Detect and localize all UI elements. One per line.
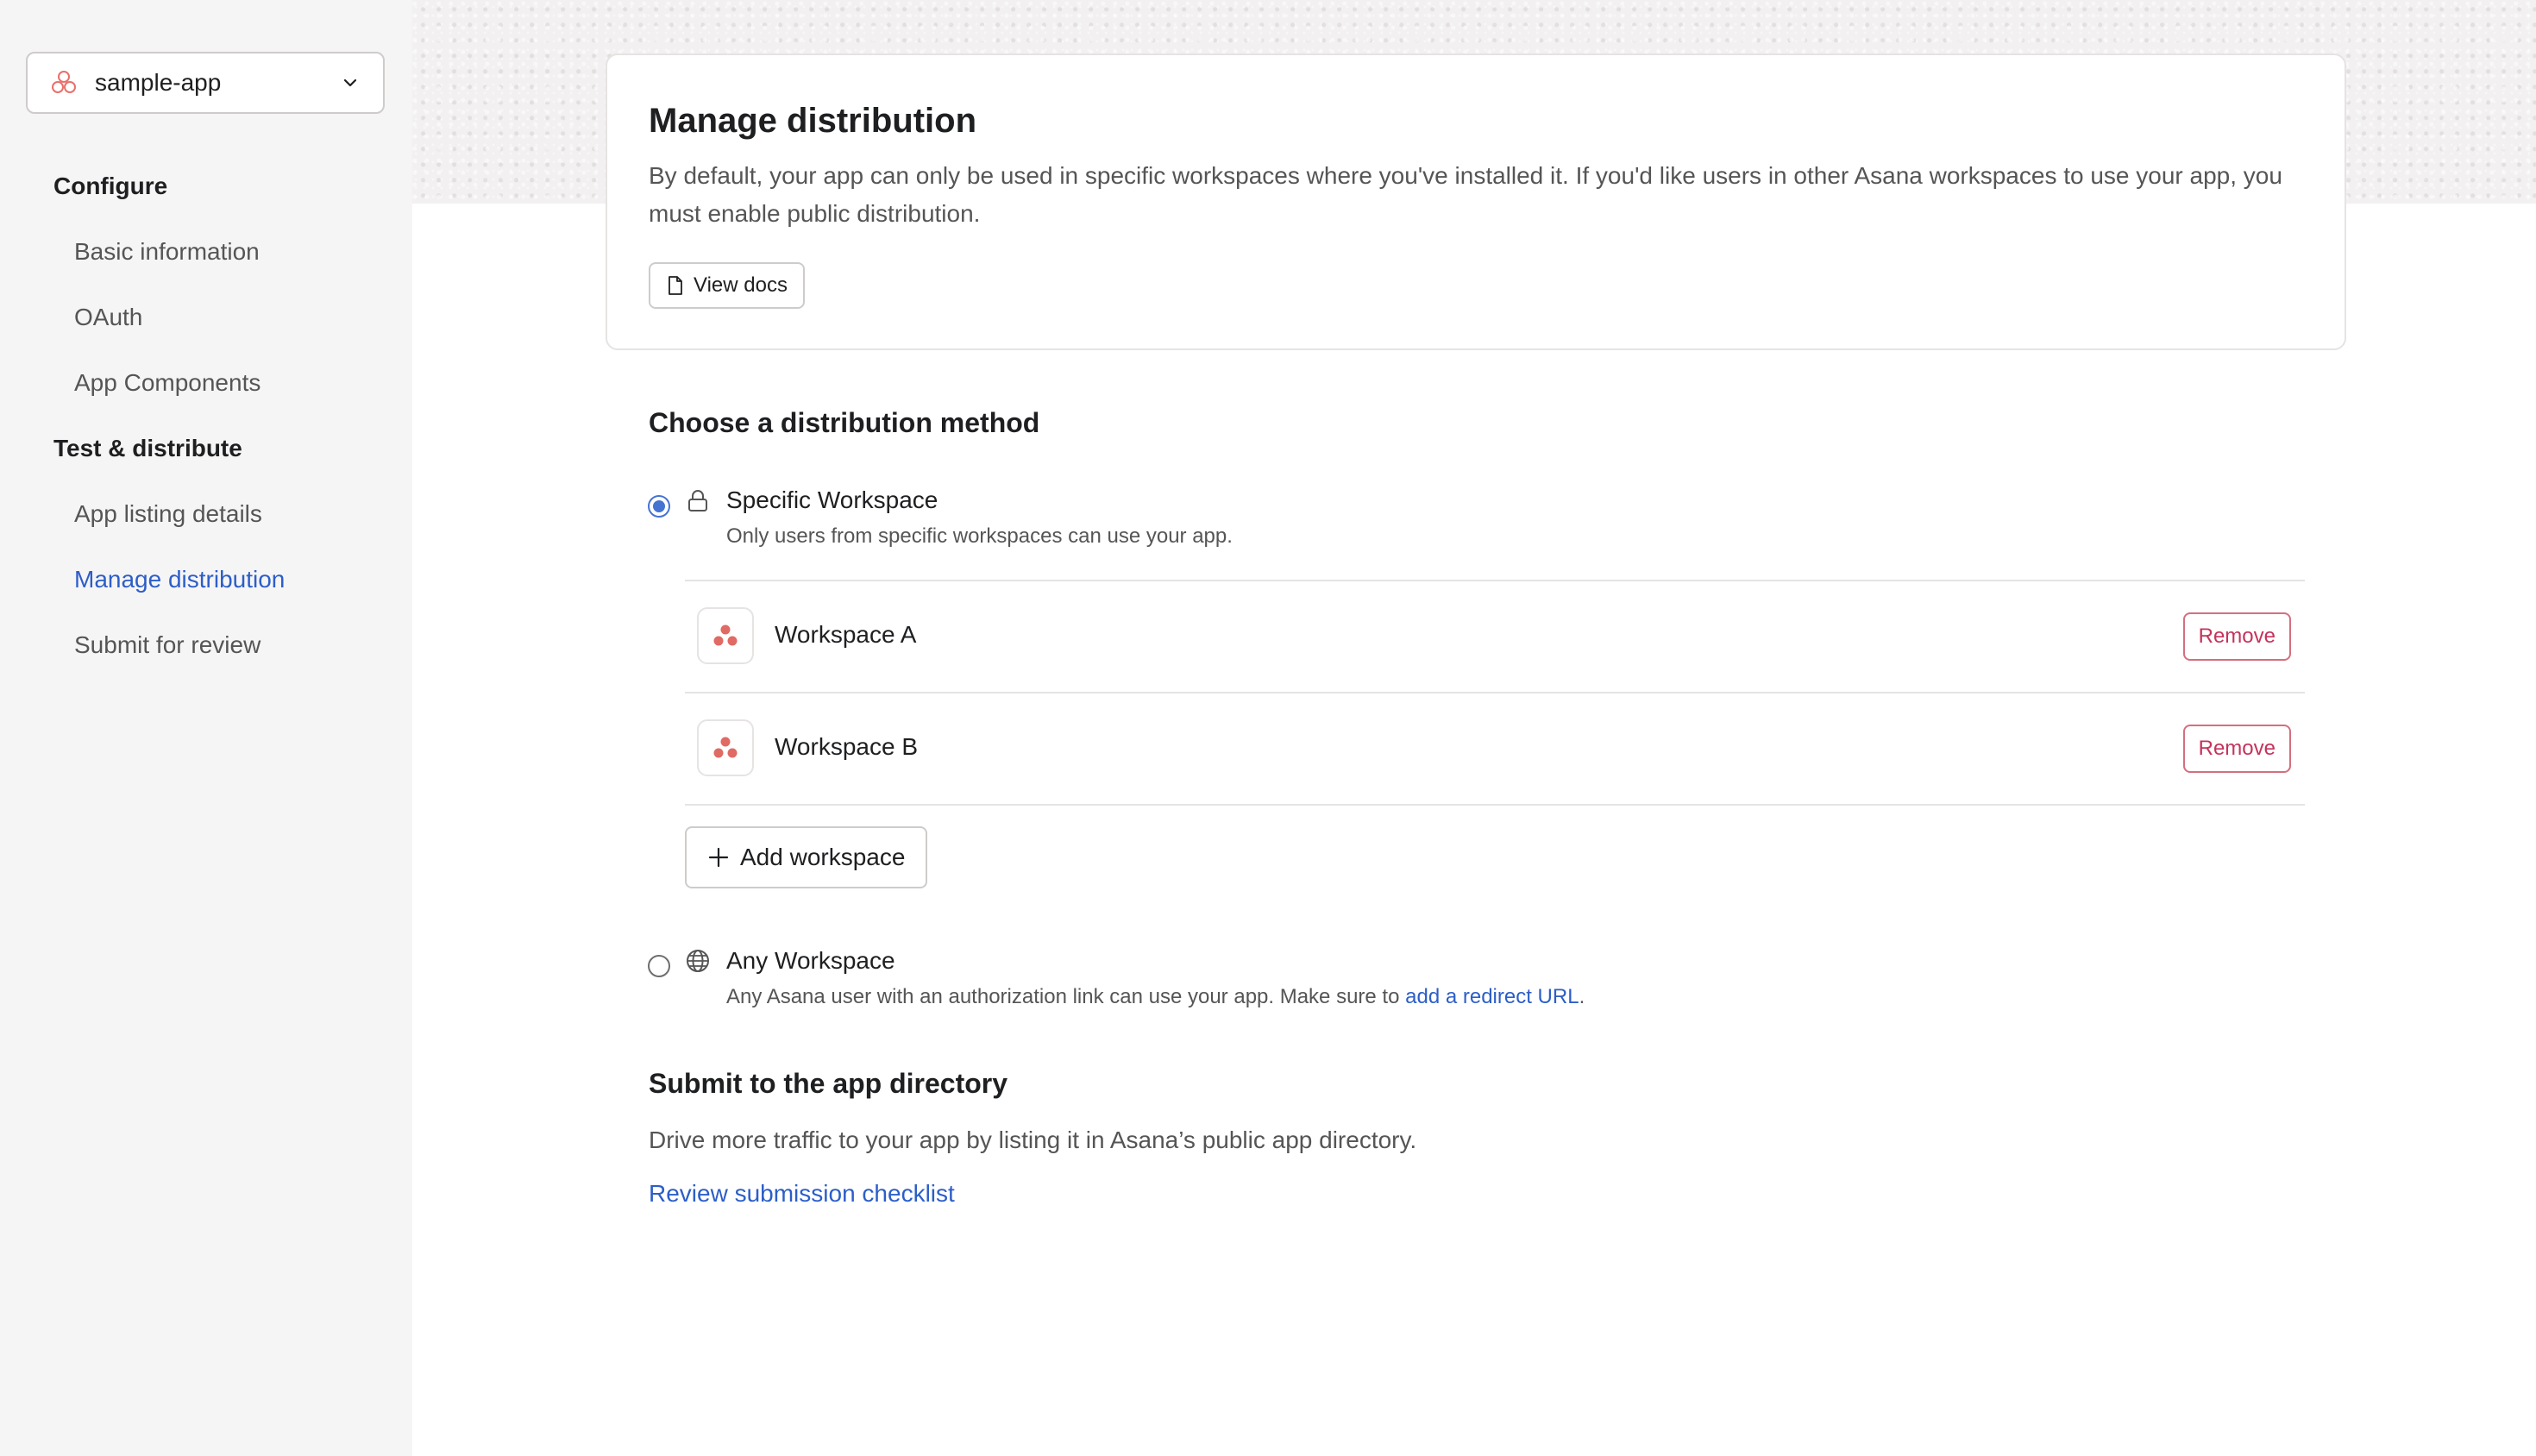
sidebar-item-manage-distribution[interactable]: Manage distribution	[74, 566, 285, 593]
specific-workspace-subtitle: Only users from specific workspaces can …	[726, 524, 1233, 548]
any-workspace-subtitle-suffix: .	[1579, 985, 1585, 1008]
sidebar-item-oauth[interactable]: OAuth	[74, 304, 142, 331]
lock-icon	[685, 488, 711, 514]
workspace-row: Workspace A Remove	[685, 581, 2305, 692]
workspace-avatar	[697, 607, 754, 664]
asana-dots-icon	[713, 737, 738, 758]
nav-section-test-distribute: Test & distribute	[53, 435, 242, 461]
remove-workspace-button[interactable]: Remove	[2182, 612, 2291, 661]
review-checklist-link[interactable]: Review submission checklist	[649, 1180, 955, 1208]
add-redirect-url-link[interactable]: add a redirect URL	[1405, 985, 1579, 1008]
asana-dots-icon	[713, 624, 738, 646]
globe-icon	[685, 948, 711, 974]
view-docs-label: View docs	[694, 273, 788, 297]
workspace-row: Workspace B Remove	[685, 693, 2305, 804]
workspace-avatar	[697, 719, 754, 776]
asana-logo-icon	[50, 69, 78, 97]
sidebar-item-submit-for-review[interactable]: Submit for review	[74, 631, 261, 659]
directory-description: Drive more traffic to your app by listin…	[649, 1127, 1417, 1153]
document-icon	[666, 275, 685, 296]
any-workspace-subtitle: Any Asana user with an authorization lin…	[726, 985, 1585, 1009]
remove-workspace-button[interactable]: Remove	[2182, 725, 2291, 773]
directory-heading: Submit to the app directory	[649, 1068, 1008, 1099]
view-docs-button[interactable]: View docs	[649, 262, 805, 309]
header-card: Manage distribution By default, your app…	[606, 53, 2346, 350]
workspace-name: Workspace A	[775, 621, 917, 648]
app-selector-label: sample-app	[95, 69, 222, 96]
divider	[685, 804, 2305, 806]
radio-any-workspace[interactable]	[648, 955, 670, 977]
distribution-heading: Choose a distribution method	[649, 407, 1040, 438]
sidebar-item-app-listing-details[interactable]: App listing details	[74, 500, 262, 528]
chevron-down-icon	[340, 72, 361, 93]
any-workspace-subtitle-text: Any Asana user with an authorization lin…	[726, 985, 1406, 1008]
nav-section-configure: Configure	[53, 173, 168, 199]
add-workspace-button[interactable]: Add workspace	[685, 826, 928, 888]
app-selector[interactable]: sample-app	[26, 52, 385, 114]
workspace-name: Workspace B	[775, 733, 918, 760]
sidebar-item-basic-information[interactable]: Basic information	[74, 238, 260, 266]
specific-workspace-title: Specific Workspace	[726, 486, 938, 513]
plus-icon	[707, 846, 730, 869]
sidebar-item-app-components[interactable]: App Components	[74, 369, 261, 397]
sidebar: sample-app Configure Basic information O…	[0, 0, 412, 1456]
radio-specific-workspace[interactable]	[648, 495, 670, 518]
page-description: By default, your app can only be used in…	[649, 162, 2282, 227]
any-workspace-title: Any Workspace	[726, 947, 895, 974]
page-title: Manage distribution	[649, 102, 976, 140]
add-workspace-label: Add workspace	[740, 844, 906, 870]
